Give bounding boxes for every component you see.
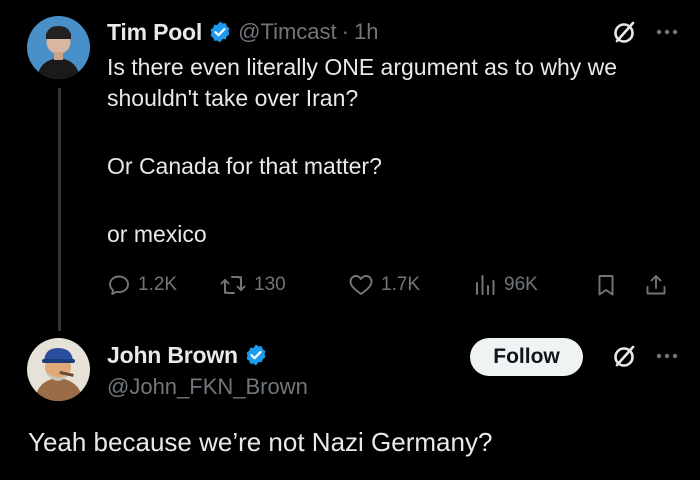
reply-body: Yeah because we’re not Nazi Germany? — [28, 427, 493, 457]
tweet-line-2: Or Canada for that matter? — [107, 153, 382, 179]
more-dots-icon[interactable] — [656, 352, 678, 360]
grok-slash-circle-icon[interactable] — [612, 343, 638, 369]
separator-dot: · — [341, 19, 349, 44]
like-count: 1.7K — [381, 274, 421, 295]
avatar-tim-pool[interactable] — [27, 16, 90, 79]
reply-author-handle[interactable]: @John_FKN_Brown — [107, 372, 308, 402]
reply-author-name[interactable]: John Brown — [107, 342, 238, 369]
share-upload-icon — [644, 273, 668, 297]
like-button[interactable]: 1.7K — [348, 268, 420, 302]
repost-count: 130 — [254, 274, 286, 295]
more-dots-icon[interactable] — [656, 28, 678, 36]
repost-button[interactable]: 130 — [219, 268, 286, 302]
heart-icon — [348, 273, 374, 297]
verified-badge-icon — [244, 343, 268, 367]
bookmark-icon — [595, 273, 617, 297]
bar-chart-icon — [473, 273, 497, 297]
reply-count: 1.2K — [138, 274, 178, 295]
reply-header: John Brown @John_FKN_Brown — [107, 338, 308, 402]
reply-top-actions — [612, 343, 678, 369]
verified-badge-icon — [208, 20, 232, 44]
reply-button[interactable]: 1.2K — [107, 268, 177, 302]
avatar-john-brown[interactable] — [27, 338, 90, 401]
speech-bubble-icon — [107, 273, 131, 297]
author-name[interactable]: Tim Pool — [107, 19, 202, 46]
tweet-body: Is there even literally ONE argument as … — [107, 52, 677, 250]
tweet-line-3: or mexico — [107, 221, 207, 247]
tweet-top-actions — [612, 19, 678, 45]
timestamp[interactable]: 1h — [354, 19, 378, 45]
tweet-action-bar: 1.2K 130 1.7K 96K — [107, 268, 667, 302]
thread-connector-line — [58, 88, 61, 331]
tweet-line-1: Is there even literally ONE argument as … — [107, 54, 618, 111]
grok-slash-circle-icon[interactable] — [612, 19, 638, 45]
author-handle[interactable]: @Timcast — [238, 19, 337, 45]
view-count: 96K — [504, 274, 538, 295]
views-button[interactable]: 96K — [473, 268, 538, 302]
share-button[interactable] — [644, 268, 668, 302]
follow-button[interactable]: Follow — [470, 338, 583, 376]
repost-arrows-icon — [219, 273, 247, 297]
tweet-header: Tim Pool @Timcast · 1h — [107, 15, 378, 49]
bookmark-button[interactable] — [595, 268, 617, 302]
